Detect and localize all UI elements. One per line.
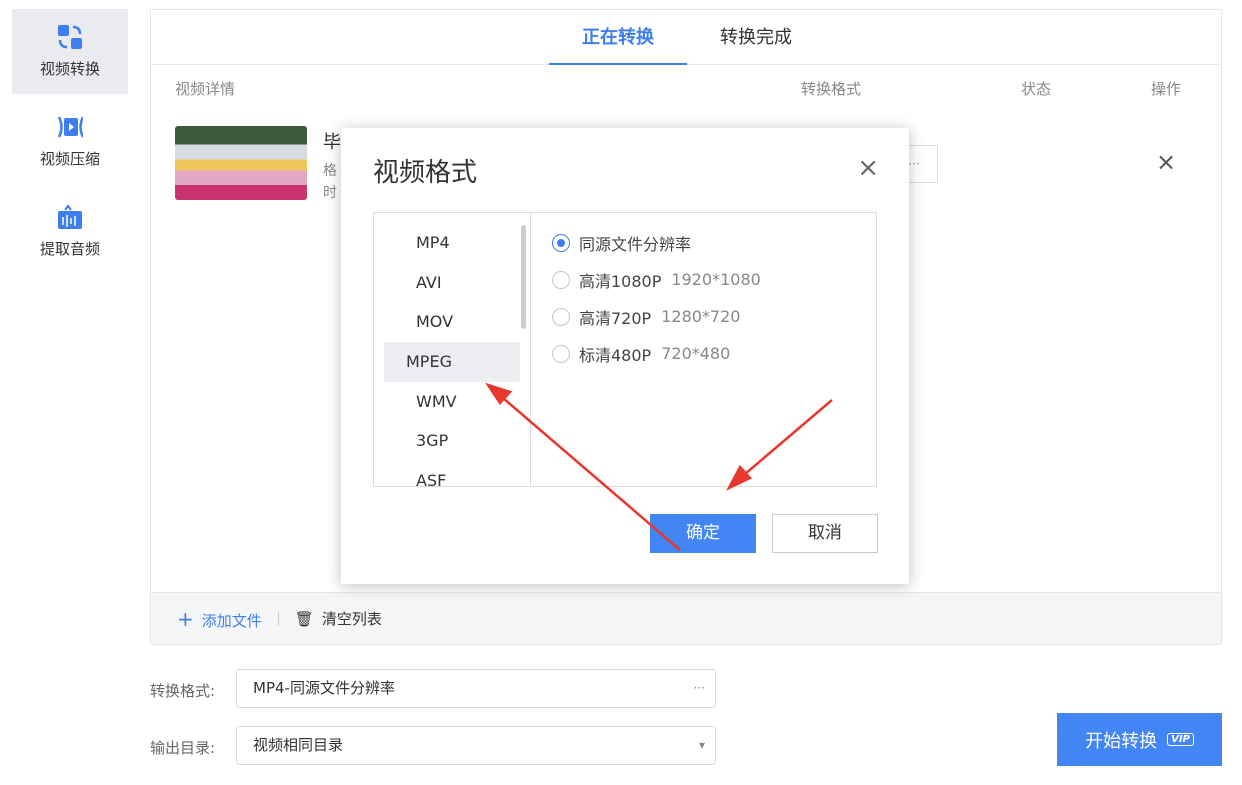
annotation-arrows — [484, 382, 833, 551]
